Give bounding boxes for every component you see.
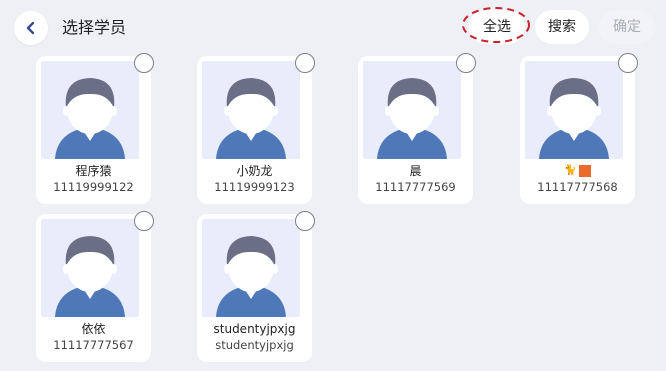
avatar [202, 219, 300, 317]
student-name: 程序猿 [75, 164, 112, 178]
cat-emoji-icon: 🐈 [564, 165, 577, 176]
student-name: 依依 [81, 322, 106, 336]
select-checkbox[interactable] [134, 211, 154, 231]
default-avatar-icon [216, 78, 286, 159]
select-checkbox[interactable] [618, 53, 638, 73]
student-card[interactable]: 小奶龙 11119999123 [197, 53, 315, 204]
default-avatar-icon [55, 78, 125, 159]
select-checkbox[interactable] [456, 53, 476, 73]
student-name: 晨 [409, 164, 422, 178]
avatar [363, 61, 461, 159]
select-checkbox[interactable] [295, 53, 315, 73]
student-account: 11117777568 [537, 180, 618, 194]
avatar [525, 61, 623, 159]
orange-square-icon [578, 165, 591, 177]
student-card[interactable]: 程序猿 11119999122 [36, 53, 154, 204]
select-checkbox[interactable] [295, 211, 315, 231]
default-avatar-icon [216, 236, 286, 317]
student-account: 11119999122 [53, 180, 134, 194]
default-avatar-icon [539, 78, 609, 159]
student-card[interactable]: studentyjpxjg studentyjpxjg [197, 211, 315, 362]
avatar [41, 219, 139, 317]
student-account: studentyjpxjg [215, 338, 294, 352]
select-checkbox[interactable] [134, 53, 154, 73]
student-account: 11119999123 [214, 180, 295, 194]
student-grid: 程序猿 11119999122 小奶龙 11119999123 晨 111177… [0, 0, 666, 371]
student-card[interactable]: 依依 11117777567 [36, 211, 154, 362]
student-account: 11117777569 [375, 180, 456, 194]
student-card[interactable]: 🐈 11117777568 [520, 53, 638, 204]
student-card[interactable]: 晨 11117777569 [358, 53, 476, 204]
student-name: 小奶龙 [236, 164, 273, 178]
avatar [41, 61, 139, 159]
avatar [202, 61, 300, 159]
default-avatar-icon [55, 236, 125, 317]
default-avatar-icon [377, 78, 447, 159]
student-name: studentyjpxjg [213, 322, 296, 336]
student-account: 11117777567 [53, 338, 134, 352]
student-name: 🐈 [520, 163, 635, 179]
